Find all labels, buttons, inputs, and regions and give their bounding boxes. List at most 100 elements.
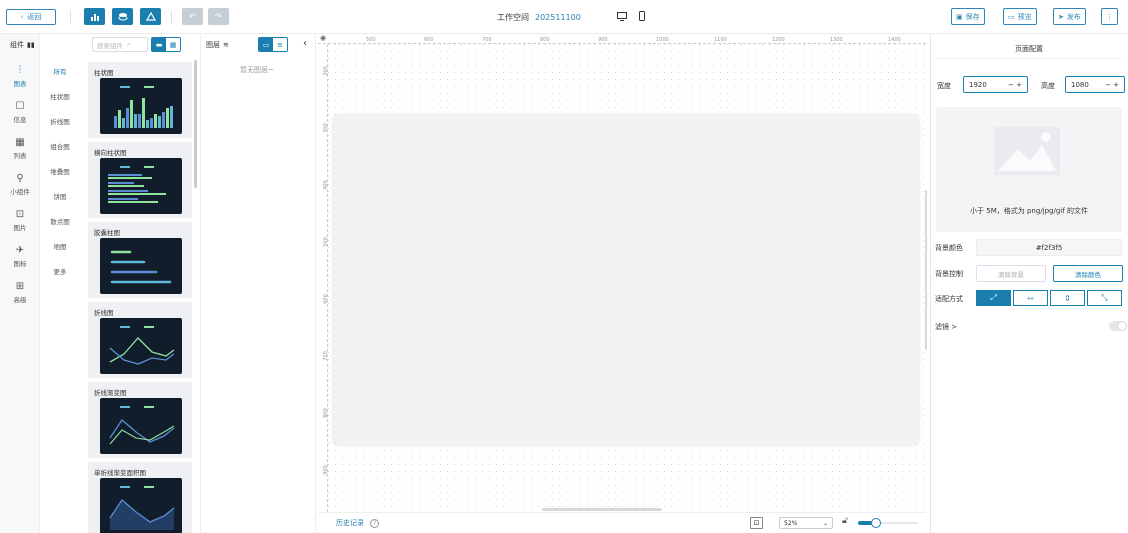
subcategory-item[interactable]: 地图	[40, 241, 80, 251]
ruler-tick: 1400	[888, 37, 901, 43]
ruler-tick: 200	[322, 66, 329, 76]
empty-layers-text: 暂无图层~	[240, 66, 274, 74]
subcategory-item[interactable]: 柱状图	[40, 91, 80, 101]
component-card-line-gradient[interactable]: 折线渐变图	[88, 382, 192, 458]
clear-color-button[interactable]: 清除颜色	[1053, 265, 1123, 282]
subcategory-item[interactable]: 更多	[40, 266, 80, 276]
subcategory-item[interactable]: 饼图	[40, 191, 80, 201]
layers-icon	[118, 13, 127, 21]
subcategory-item[interactable]: 组合图	[40, 141, 80, 151]
subcategory-item[interactable]: 堆叠图	[40, 166, 80, 176]
zoom-select[interactable]: 52% ⌄	[779, 517, 833, 529]
category-widget[interactable]: ⚲ 小组件	[0, 168, 40, 202]
save-button[interactable]: ▣ 保存	[951, 8, 985, 25]
toolbar-divider	[171, 11, 172, 23]
redo-button[interactable]: ↷	[208, 8, 229, 25]
fit-fill-button[interactable]: ⤡	[1087, 290, 1122, 306]
bar-chart-icon: ▮▮	[27, 41, 35, 49]
plane-icon: ✈	[15, 245, 25, 256]
component-card-bar[interactable]: 柱状图	[88, 62, 192, 138]
canvas-page[interactable]	[333, 114, 919, 444]
config-panel-toggle-button[interactable]	[140, 8, 161, 25]
advanced-icon: ⊞	[15, 281, 25, 292]
zoom-slider-thumb[interactable]	[871, 518, 881, 528]
fit-width-button[interactable]: ⇿	[1013, 290, 1048, 306]
chevron-down-icon: ⌄	[822, 519, 828, 527]
component-card-line[interactable]: 折线图	[88, 302, 192, 378]
component-list-scrollbar[interactable]	[194, 60, 197, 188]
category-label: 高级	[13, 296, 27, 304]
layer-panel-toggle-button[interactable]	[112, 8, 133, 25]
mobile-view-button[interactable]	[637, 9, 647, 23]
left-ruler	[318, 44, 328, 512]
ruler-tick: 900	[322, 465, 329, 475]
chart-panel-toggle-button[interactable]	[84, 8, 105, 25]
bg-color-input[interactable]: #f2f3f5	[976, 239, 1122, 256]
stepper-icon[interactable]: − +	[1105, 81, 1119, 89]
redo-icon: ↷	[215, 12, 222, 21]
horizontal-bar-thumbnail	[100, 158, 182, 214]
ruler-tick: 900	[598, 37, 608, 43]
history-button[interactable]: 历史记录 ?	[336, 518, 379, 528]
collapse-layers-icon[interactable]: ‹	[303, 38, 307, 49]
bar-chart-thumbnail	[100, 78, 182, 134]
fit-screen-button[interactable]: ⊡	[750, 517, 763, 529]
filter-switch[interactable]	[1109, 321, 1127, 331]
desktop-view-button[interactable]	[617, 9, 627, 23]
component-search-input[interactable]: 搜索组件 ⌕	[92, 37, 148, 52]
components-header: 组件 ▮▮	[10, 41, 35, 49]
category-table[interactable]: ▦ 列表	[0, 132, 40, 166]
subcategory-item[interactable]: 散点图	[40, 216, 80, 226]
category-advanced[interactable]: ⊞ 高级	[0, 276, 40, 310]
ruler-tick: 800	[322, 408, 329, 418]
grid-view-button[interactable]: ▦	[166, 38, 180, 51]
card-view-button[interactable]: ▬	[152, 38, 166, 51]
component-card-horizontal-bar[interactable]: 横向柱状图	[88, 142, 192, 218]
stepper-icon[interactable]: − +	[1008, 81, 1022, 89]
layers-header: 图层 ≋	[206, 41, 229, 49]
save-icon: ▣	[956, 12, 963, 21]
lock-icon[interactable]: 🔓︎	[842, 516, 848, 526]
ruler-tick: 600	[322, 294, 329, 304]
canvas-vertical-scrollbar[interactable]	[925, 190, 927, 350]
widget-icon: ⚲	[16, 173, 24, 184]
eye-icon[interactable]: ◉	[320, 34, 326, 42]
category-plane[interactable]: ✈ 图标	[0, 240, 40, 274]
image-icon: ⊡	[15, 209, 25, 220]
send-icon: ➤	[1058, 12, 1064, 21]
publish-button[interactable]: ➤ 发布	[1053, 8, 1086, 25]
more-button[interactable]: ⋮	[1101, 8, 1118, 25]
line-gradient-thumbnail	[100, 398, 182, 454]
list-icon: ≡	[277, 40, 283, 49]
width-input[interactable]: 1920 − +	[963, 76, 1028, 93]
category-image[interactable]: ⊡ 图片	[0, 204, 40, 238]
fill-icon: ⤡	[1101, 293, 1108, 302]
subcategory-item[interactable]: 所有	[40, 66, 80, 76]
fit-height-icon: ⇕	[1064, 293, 1071, 303]
layer-list-view-button[interactable]: ≡	[273, 38, 287, 51]
ruler-tick: 500	[366, 37, 376, 43]
ruler-tick: 300	[322, 123, 329, 133]
fit-height-button[interactable]: ⇕	[1050, 290, 1085, 306]
canvas-horizontal-scrollbar[interactable]	[542, 508, 662, 511]
height-input[interactable]: 1080 − +	[1065, 76, 1125, 93]
ruler-tick: 600	[424, 37, 434, 43]
ruler-tick: 1200	[772, 37, 785, 43]
bg-control-label: 背景控制	[935, 270, 963, 278]
clear-background-button[interactable]: 清除背景	[976, 265, 1046, 282]
filter-toggle[interactable]: 滤镜 >	[935, 322, 957, 332]
back-button[interactable]: ‹ 返回	[6, 9, 56, 25]
category-info[interactable]: ☐ 信息	[0, 96, 40, 130]
layer-card-view-button[interactable]: ▭	[259, 38, 273, 51]
preview-button[interactable]: ▭ 预览	[1003, 8, 1037, 25]
page-config-tab[interactable]: 页面配置	[936, 39, 1122, 59]
phone-icon	[639, 11, 645, 21]
fit-screen-icon: ⊡	[753, 519, 760, 527]
subcategory-item[interactable]: 折线图	[40, 116, 80, 126]
component-card-line-area[interactable]: 单折线渐变面积图	[88, 462, 192, 533]
fit-mode-label: 适配方式	[935, 295, 963, 303]
undo-button[interactable]: ↶	[182, 8, 203, 25]
component-card-capsule-bar[interactable]: 胶囊柱图	[88, 222, 192, 298]
category-chart[interactable]: ⫶ 图表	[0, 60, 40, 94]
fit-scale-button[interactable]: ⤢	[976, 290, 1011, 306]
